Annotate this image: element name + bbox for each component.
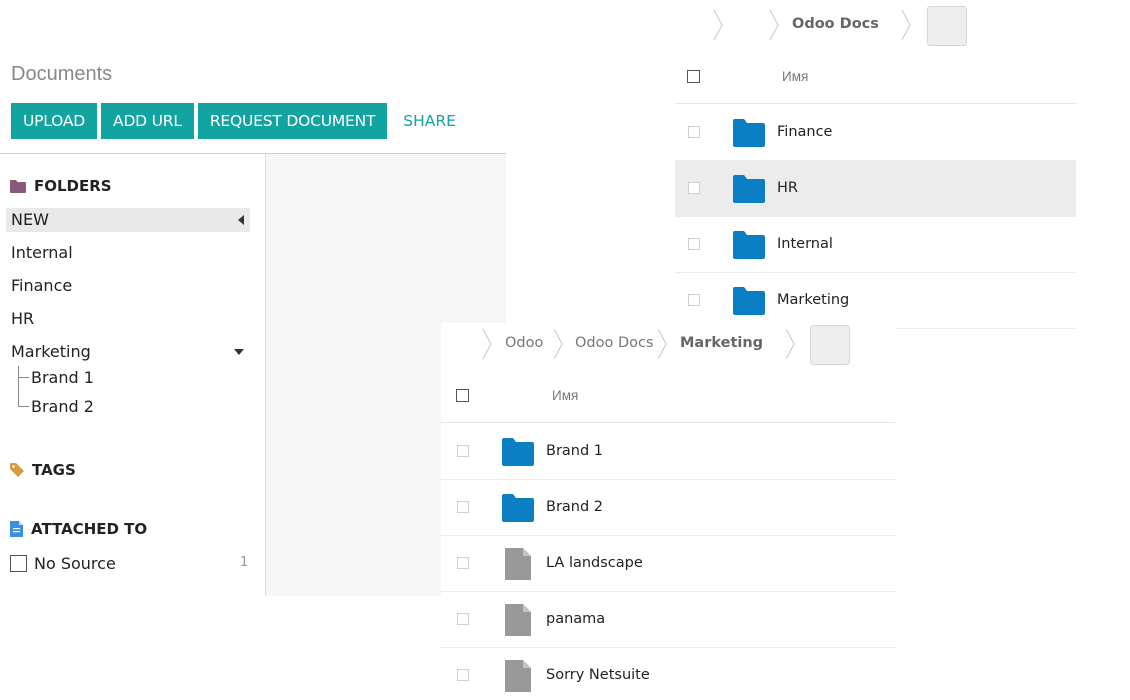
- folder-list-marketing: Odoo Odoo Docs Marketing Имя Brand 1 Bra…: [441, 323, 895, 700]
- folders-section-header: FOLDERS: [10, 177, 112, 195]
- breadcrumb-placeholder-box[interactable]: [927, 6, 967, 46]
- list-row[interactable]: HR: [675, 161, 1076, 217]
- caret-down-icon[interactable]: [234, 349, 244, 355]
- chevron-right-icon: [713, 10, 723, 40]
- folder-item-new[interactable]: NEW: [6, 208, 250, 232]
- folder-icon: [733, 119, 765, 147]
- row-name: Sorry Netsuite: [546, 667, 650, 683]
- list-row[interactable]: Finance: [675, 105, 1076, 161]
- folder-item-marketing[interactable]: Marketing: [11, 342, 91, 361]
- folder-icon: [502, 494, 534, 522]
- folder-item-hr[interactable]: HR: [11, 309, 34, 328]
- column-header-name[interactable]: Имя: [782, 69, 808, 84]
- row-checkbox[interactable]: [688, 126, 700, 138]
- attached-to-label: ATTACHED TO: [31, 520, 148, 538]
- chevron-right-icon: [553, 329, 563, 359]
- chevron-right-icon: [901, 10, 911, 40]
- tree-line: [18, 366, 19, 407]
- caret-left-icon: [238, 215, 244, 225]
- marketing-list: Имя Brand 1 Brand 2 LA landscape panama …: [441, 367, 895, 700]
- no-source-filter[interactable]: No Source: [10, 554, 116, 573]
- folder-item-label: NEW: [11, 210, 49, 229]
- folder-icon: [10, 179, 26, 193]
- tag-icon: [10, 463, 24, 477]
- tags-section-header: TAGS: [10, 461, 76, 479]
- file-icon: [505, 660, 531, 692]
- no-source-label: No Source: [34, 554, 116, 573]
- share-button[interactable]: SHARE: [403, 112, 456, 130]
- row-checkbox[interactable]: [688, 238, 700, 250]
- row-checkbox[interactable]: [457, 669, 469, 681]
- add-url-button[interactable]: ADD URL: [101, 103, 194, 139]
- document-icon: [10, 521, 23, 537]
- column-header-name[interactable]: Имя: [552, 388, 578, 403]
- no-source-checkbox[interactable]: [10, 555, 27, 572]
- tree-line: [18, 406, 29, 407]
- folder-list-odoo-docs: Имя Finance HR Internal Marketing: [675, 48, 1076, 329]
- row-checkbox[interactable]: [457, 445, 469, 457]
- folder-icon: [502, 438, 534, 466]
- folder-icon: [733, 231, 765, 259]
- control-panel-buttons: UPLOAD ADD URL REQUEST DOCUMENT SHARE: [11, 103, 456, 139]
- subfolder-item-brand-1[interactable]: Brand 1: [31, 368, 94, 387]
- folders-label: FOLDERS: [34, 177, 112, 195]
- breadcrumb-item-marketing[interactable]: Marketing: [680, 335, 763, 351]
- folder-item-internal[interactable]: Internal: [11, 243, 73, 262]
- tags-label: TAGS: [32, 461, 76, 479]
- select-all-checkbox[interactable]: [456, 389, 469, 402]
- row-name: panama: [546, 611, 606, 627]
- breadcrumb-item-odoo-docs[interactable]: Odoo Docs: [575, 335, 654, 351]
- chevron-right-icon: [482, 329, 492, 359]
- breadcrumb-item-odoo-docs[interactable]: Odoo Docs: [792, 16, 879, 32]
- subfolder-item-brand-2[interactable]: Brand 2: [31, 397, 94, 416]
- row-name: LA landscape: [546, 555, 643, 571]
- list-row[interactable]: Brand 2: [441, 480, 895, 536]
- select-all-checkbox[interactable]: [687, 70, 700, 83]
- row-checkbox[interactable]: [457, 613, 469, 625]
- folder-icon: [733, 175, 765, 203]
- row-checkbox[interactable]: [688, 182, 700, 194]
- documents-app-panel: Documents UPLOAD ADD URL REQUEST DOCUMEN…: [0, 0, 506, 596]
- list-row[interactable]: Brand 1: [441, 424, 895, 480]
- folder-item-finance[interactable]: Finance: [11, 276, 72, 295]
- breadcrumb-item-odoo[interactable]: Odoo: [505, 335, 543, 351]
- attached-to-section-header: ATTACHED TO: [10, 520, 147, 538]
- row-name: Brand 1: [546, 443, 604, 459]
- row-checkbox[interactable]: [457, 501, 469, 513]
- request-document-button[interactable]: REQUEST DOCUMENT: [197, 103, 388, 139]
- list-row[interactable]: panama: [441, 592, 895, 648]
- no-source-count: 1: [240, 555, 249, 570]
- chevron-right-icon: [657, 329, 667, 359]
- list-row[interactable]: Internal: [675, 217, 1076, 273]
- row-name: Finance: [777, 124, 833, 140]
- chevron-right-icon: [785, 329, 795, 359]
- list-row[interactable]: LA landscape: [441, 536, 895, 592]
- row-name: Brand 2: [546, 499, 604, 515]
- row-name: Marketing: [777, 292, 850, 308]
- row-name: Internal: [777, 236, 833, 252]
- folder-icon: [733, 287, 765, 315]
- file-icon: [505, 604, 531, 636]
- row-checkbox[interactable]: [457, 557, 469, 569]
- chevron-right-icon: [769, 10, 779, 40]
- tree-line: [18, 377, 29, 378]
- list-row[interactable]: Marketing: [675, 273, 1076, 329]
- row-checkbox[interactable]: [688, 294, 700, 306]
- page-title: Documents: [11, 63, 113, 85]
- breadcrumb-placeholder-box[interactable]: [810, 325, 850, 365]
- list-header: Имя: [675, 48, 1076, 104]
- file-icon: [505, 548, 531, 580]
- list-row[interactable]: Sorry Netsuite: [441, 648, 895, 700]
- row-name: HR: [777, 180, 798, 196]
- upload-button[interactable]: UPLOAD: [11, 103, 98, 139]
- list-header: Имя: [441, 367, 895, 423]
